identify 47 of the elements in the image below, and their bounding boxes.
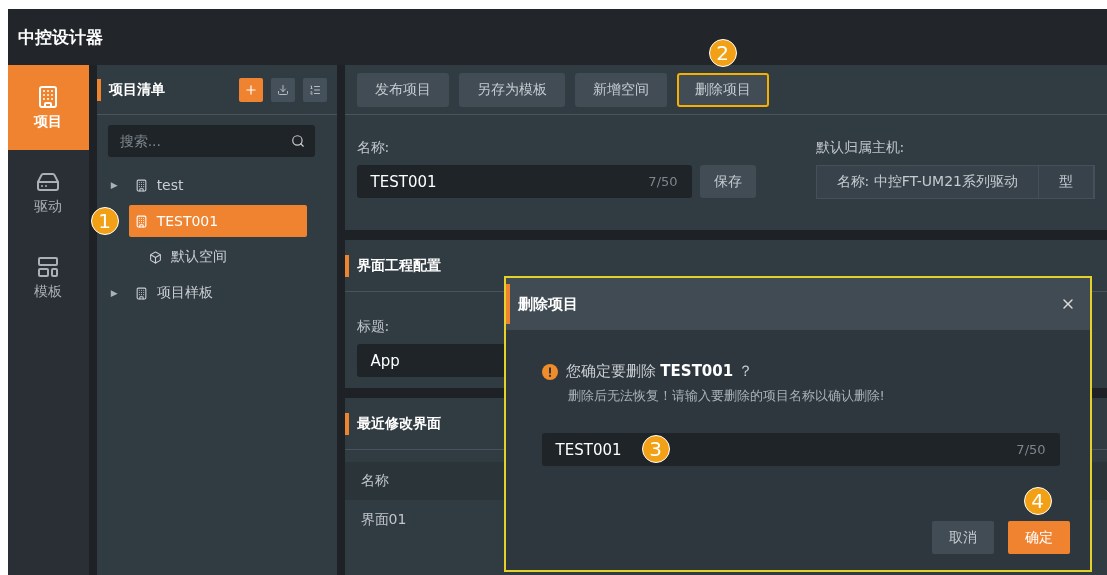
- dialog-title: 删除项目: [517, 294, 579, 314]
- cancel-button[interactable]: 取消: [931, 521, 994, 554]
- toolbar-button[interactable]: 发布项目: [356, 72, 449, 107]
- list-icon: [308, 83, 321, 96]
- name-field[interactable]: TEST001 7/50: [356, 165, 692, 198]
- field-label: 标题:: [356, 318, 391, 336]
- char-count: 7/50: [1016, 442, 1046, 457]
- add-button[interactable]: [238, 77, 263, 102]
- step-number: 4: [1023, 487, 1052, 515]
- table-cell-text: 界面01: [359, 510, 408, 529]
- tree-item[interactable]: test: [128, 169, 299, 201]
- building-icon: [134, 178, 148, 192]
- import-button[interactable]: [270, 77, 295, 102]
- building-icon: [134, 286, 148, 300]
- expand-caret[interactable]: ▶: [110, 288, 129, 298]
- plus-icon: [243, 82, 258, 97]
- download-icon: [276, 83, 289, 96]
- tree-item[interactable]: 项目样板: [128, 277, 299, 309]
- cube-icon: [148, 250, 162, 264]
- table-cell: 型: [1039, 166, 1094, 198]
- section-title: 界面工程配置: [356, 256, 441, 275]
- list-button[interactable]: [302, 77, 327, 102]
- char-count: 7/50: [648, 174, 678, 189]
- title-field[interactable]: App: [356, 344, 507, 377]
- confirm-name-field[interactable]: TEST001 3 7/50: [541, 433, 1060, 466]
- list-page-icon: [36, 254, 61, 279]
- section-title: 最近修改界面: [356, 414, 441, 433]
- search-field[interactable]: 搜索...: [107, 125, 315, 157]
- warning-text: 删除后无法恢复！请输入要删除的项目名称以确认删除!: [567, 387, 886, 405]
- warning-icon: [541, 363, 558, 380]
- save-button[interactable]: 保存: [699, 165, 756, 198]
- field-label: 默认归属主机:: [815, 139, 906, 157]
- table-cell: 名称: 中控FT-UM21系列驱动: [816, 166, 1039, 198]
- building-icon: [134, 214, 148, 228]
- nav-item[interactable]: 驱动: [8, 150, 89, 235]
- search-icon: [290, 134, 305, 148]
- panel-title: 项目清单: [108, 80, 166, 99]
- tree-item[interactable]: 默认空间: [142, 241, 313, 273]
- toolbar-button[interactable]: 另存为模板: [458, 72, 565, 107]
- expand-caret[interactable]: ▶: [110, 180, 129, 190]
- confirm-question: 您确定要删除 TEST001 ？: [565, 362, 753, 381]
- toolbar-button[interactable]: 新增空间: [574, 72, 667, 107]
- field-label: 名称:: [356, 139, 391, 157]
- step-number: 3: [641, 435, 670, 463]
- app-title: 中控设计器: [18, 25, 103, 49]
- step-number: 1: [90, 207, 119, 235]
- nav-item[interactable]: 模板: [8, 235, 89, 320]
